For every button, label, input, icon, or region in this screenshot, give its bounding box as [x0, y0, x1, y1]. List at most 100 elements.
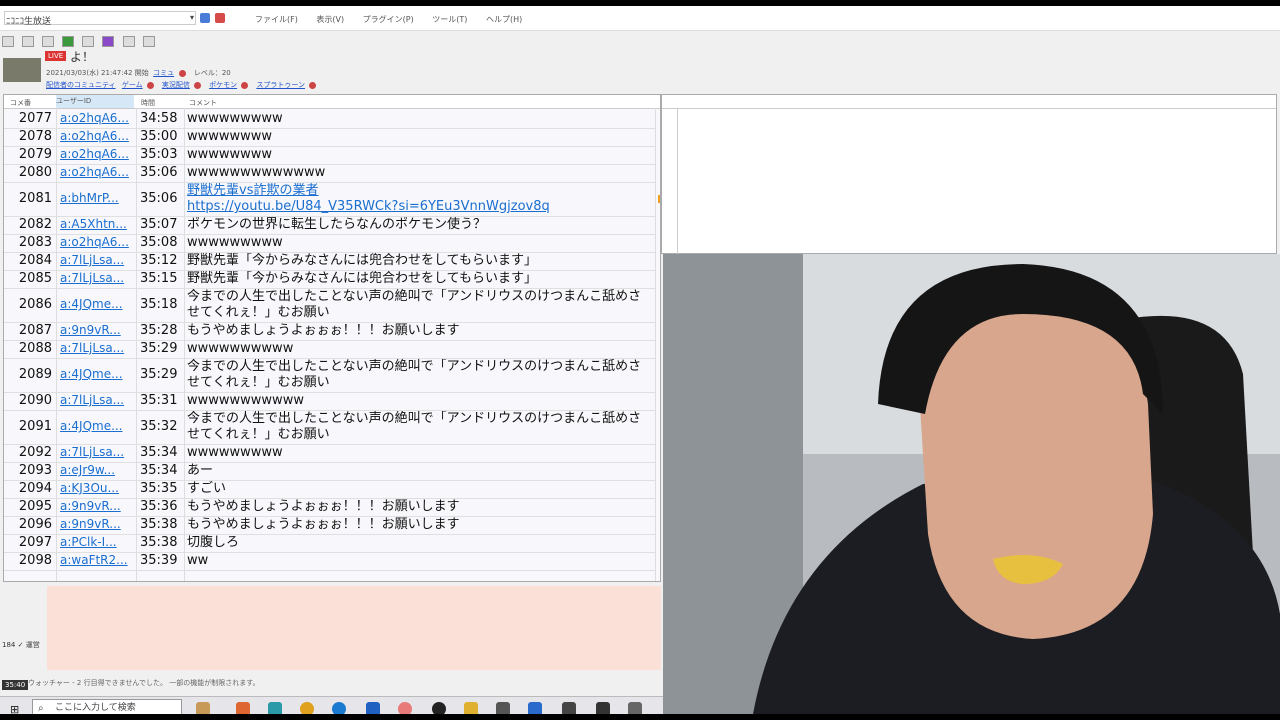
comment-time: 35:29 [140, 367, 178, 382]
menu-file[interactable]: ファイル(F) [255, 15, 298, 24]
table-row[interactable]: 2089 a:4JQme... 35:29 今までの人生で出したことない声の絶叫で「ア… [4, 358, 656, 393]
app-icon[interactable] [398, 702, 412, 714]
disconnect-icon[interactable] [215, 13, 225, 23]
table-row[interactable]: 2095 a:9n9vR... 35:36 もうやめましょうよぉぉぉ！！！お願いします [4, 498, 656, 517]
outlook-icon[interactable] [366, 702, 380, 714]
tag-link[interactable]: スプラトゥーン [256, 81, 305, 89]
app-icon[interactable] [628, 702, 642, 714]
table-row[interactable]: 2085 a:7lLjLsa... 35:15 野獣先輩「今からみなさんには兜合わせを… [4, 270, 656, 289]
folder-icon[interactable] [464, 702, 478, 714]
user-id-link[interactable]: a:4JQme... [60, 297, 134, 311]
table-row[interactable]: 2080 a:o2hqA6... 35:06 wwwwwwwwwwwww [4, 164, 656, 183]
app-icon[interactable] [496, 702, 510, 714]
user-id-link[interactable]: a:o2hqA6... [60, 235, 134, 249]
table-row[interactable]: 2087 a:9n9vR... 35:28 もうやめましょうよぉぉぉ！！！お願いします [4, 322, 656, 341]
user-id-link[interactable]: a:9n9vR... [60, 499, 134, 513]
comment-line: せてくれぇ！」むお願い [187, 427, 330, 442]
user-id-link[interactable]: a:o2hqA6... [60, 147, 134, 161]
check-icon[interactable]: ✓ [18, 641, 24, 649]
user-id-link[interactable]: a:bhMrP... [60, 191, 134, 205]
side-tools: 184 ✓ 運営 [2, 640, 40, 650]
chevron-down-icon[interactable]: ▾ [190, 13, 194, 22]
table-row[interactable]: 2098 a:waFtR2... 35:39 ww [4, 552, 656, 571]
app-icon[interactable] [562, 702, 576, 714]
user-id-link[interactable]: a:7lLjLsa... [60, 445, 134, 459]
table-row[interactable]: 2083 a:o2hqA6... 35:08 wwwwwwwww [4, 234, 656, 253]
user-id-link[interactable]: a:o2hqA6... [60, 111, 134, 125]
user-id-link[interactable]: a:o2hqA6... [60, 165, 134, 179]
comment-text: もうやめましょうよぉぉぉ！！！お願いします [187, 323, 653, 339]
table-row[interactable]: 2094 a:KJ3Ou... 35:35 すごい [4, 480, 656, 499]
comment-time: 35:00 [140, 129, 178, 144]
table-row[interactable]: 2078 a:o2hqA6... 35:00 wwwwwwww [4, 128, 656, 147]
table-row[interactable]: 2077 a:o2hqA6... 34:58 wwwwwwwww [4, 110, 656, 129]
comment-time: 35:32 [140, 419, 178, 434]
tag-link[interactable]: ゲーム [122, 81, 143, 89]
comment-number: 2078 [18, 129, 52, 144]
column-header-user[interactable]: ユーザーID [56, 95, 134, 108]
user-id-link[interactable]: a:7lLjLsa... [60, 271, 134, 285]
app-icon[interactable] [596, 702, 610, 714]
table-row[interactable]: 2092 a:7lLjLsa... 35:34 wwwwwwwww [4, 444, 656, 463]
app-icon[interactable] [528, 702, 542, 714]
column-header-time[interactable]: 時間 [141, 98, 155, 108]
comment-time: 35:28 [140, 323, 178, 338]
column-header-no[interactable]: コメ番 [10, 98, 31, 108]
person-icon[interactable] [196, 702, 210, 714]
menu-help[interactable]: ヘルプ(H) [486, 15, 522, 24]
user-id-link[interactable]: a:KJ3Ou... [60, 481, 134, 495]
anonymous-toggle[interactable]: 184 [2, 641, 15, 649]
app-icon[interactable] [236, 702, 250, 714]
chrome-icon[interactable] [300, 702, 314, 714]
tag-link[interactable]: ポケモン [209, 81, 237, 89]
user-id-link[interactable]: a:4JQme... [60, 419, 134, 433]
menu-view[interactable]: 表示(V) [316, 15, 344, 24]
table-row[interactable]: 2096 a:9n9vR... 35:38 もうやめましょうよぉぉぉ！！！お願いします [4, 516, 656, 535]
column-header-comment[interactable]: コメント [189, 98, 217, 108]
comment-post-area[interactable] [47, 586, 661, 670]
taskbar-search-input[interactable]: ⌕ ここに入力して検索 [32, 699, 182, 714]
user-id-link[interactable]: a:9n9vR... [60, 517, 134, 531]
comment-line: 野獣先輩「今からみなさんには兜合わせをしてもらいます」 [187, 271, 537, 286]
comment-line: ポケモンの世界に転生したらなんのポケモン使う？ [187, 217, 487, 232]
comment-text: wwwwwwww [187, 129, 653, 145]
user-id-link[interactable]: a:7lLjLsa... [60, 393, 134, 407]
table-row[interactable]: 2091 a:4JQme... 35:32 今までの人生で出したことない声の絶叫で「ア… [4, 410, 656, 445]
connect-icon[interactable] [200, 13, 210, 23]
comment-line[interactable]: https://youtu.be/U84_V35RWCk?si=6YEu3Vnn… [187, 199, 653, 215]
user-id-link[interactable]: a:7lLjLsa... [60, 341, 134, 355]
table-row[interactable]: 2079 a:o2hqA6... 35:03 wwwwwwww [4, 146, 656, 165]
user-id-link[interactable]: a:9n9vR... [60, 323, 134, 337]
operator-toggle[interactable]: 運営 [26, 641, 40, 649]
app-icon[interactable] [268, 702, 282, 714]
table-row[interactable]: 2090 a:7lLjLsa... 35:31 wwwwwwwwwww [4, 392, 656, 411]
user-panel [661, 94, 1277, 254]
community-link[interactable]: コミュ [153, 69, 174, 77]
table-row[interactable]: 2088 a:7lLjLsa... 35:29 wwwwwwwwww [4, 340, 656, 359]
user-id-link[interactable]: a:waFtR2... [60, 553, 134, 567]
comment-line: もうやめましょうよぉぉぉ！！！お願いします [187, 517, 460, 532]
user-id-link[interactable]: a:PClk-I... [60, 535, 134, 549]
table-row[interactable]: 2081 a:bhMrP... 35:06 野獣先輩vs詐欺の業者 https://yo… [4, 182, 660, 217]
user-id-link[interactable]: a:A5Xhtn... [60, 217, 134, 231]
comment-list[interactable]: コメ番 ユーザーID 時間 コメント 2077 a:o2hqA6... 34:58 w… [3, 94, 661, 582]
user-id-link[interactable]: a:4JQme... [60, 367, 134, 381]
comment-text: もうやめましょうよぉぉぉ！！！お願いします [187, 517, 653, 533]
table-row[interactable]: 2093 a:eJr9w... 35:34 あー [4, 462, 656, 481]
edge-icon[interactable] [332, 702, 346, 714]
windows-start-icon[interactable]: ⊞ [10, 703, 19, 714]
user-id-link[interactable]: a:o2hqA6... [60, 129, 134, 143]
app-icon[interactable] [432, 702, 446, 714]
table-row[interactable]: 2086 a:4JQme... 35:18 今までの人生で出したことない声の絶叫で「ア… [4, 288, 656, 323]
table-row[interactable]: 2084 a:7lLjLsa... 35:12 野獣先輩「今からみなさんには兜合わせを… [4, 252, 656, 271]
tag-link[interactable]: 配信者のコミュニティ [46, 81, 116, 89]
comment-line: すごい [187, 481, 227, 496]
table-row[interactable]: 2082 a:A5Xhtn... 35:07 ポケモンの世界に転生したらなんのポケモン… [4, 216, 656, 235]
user-id-link[interactable]: a:eJr9w... [60, 463, 134, 477]
table-row[interactable]: 2097 a:PClk-I... 35:38 切腹しろ [4, 534, 656, 553]
comment-line[interactable]: 野獣先輩vs詐欺の業者 [187, 183, 653, 199]
user-id-link[interactable]: a:7lLjLsa... [60, 253, 134, 267]
tag-link[interactable]: 実況配信 [162, 81, 190, 89]
menu-plugin[interactable]: プラグイン(P) [363, 15, 414, 24]
menu-tools[interactable]: ツール(T) [432, 15, 467, 24]
